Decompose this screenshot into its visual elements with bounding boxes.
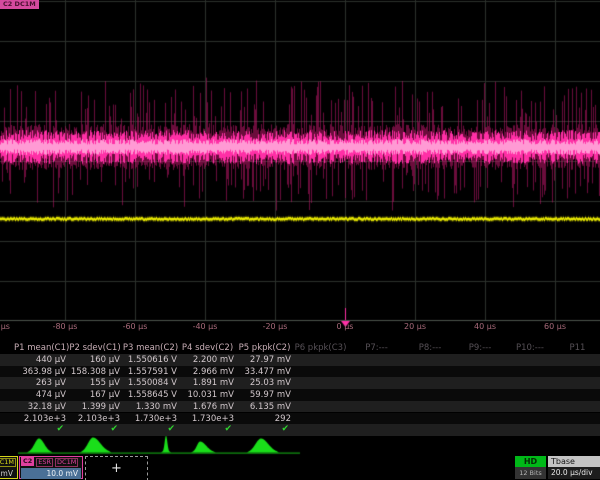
parameter-sdev: 1.676 mV <box>179 401 236 413</box>
timebase-label: Tbase <box>548 456 600 467</box>
status-check-icon: ✔ <box>179 424 236 435</box>
axis-tick-label: -60 µs <box>123 322 148 331</box>
measurement-table: P1 mean(C1)440 µV363.98 µV263 µV474 µV32… <box>0 343 600 437</box>
parameter-header: P10:--- <box>505 343 555 354</box>
parameter-sdev: 1.330 mV <box>122 401 179 413</box>
parameter-max: 59.97 mV <box>236 389 293 401</box>
parameter-max: 167 µV <box>68 389 122 401</box>
parameter-min: 263 µV <box>14 377 68 389</box>
parameter-min: 155 µV <box>68 377 122 389</box>
c2-name-badge: C2 <box>21 457 34 466</box>
parameter-column[interactable]: P3 mean(C2)1.550616 V1.557591 V1.550084 … <box>122 343 179 437</box>
status-check-icon: ✔ <box>68 424 122 435</box>
parameter-column[interactable]: P9:--- <box>455 343 505 437</box>
parameter-header: P6 pkpk(C3) <box>293 343 348 354</box>
add-trace-button[interactable]: + <box>85 456 148 480</box>
channel-descriptor-c2[interactable]: C2ESRDC1M 10.0 mV <box>19 456 83 479</box>
parameter-header: P11 <box>555 343 600 354</box>
parameter-value: 2.200 mV <box>179 354 236 366</box>
parameter-column[interactable]: P4 sdev(C2)2.200 mV2.966 mV1.891 mV10.03… <box>179 343 236 437</box>
parameter-max: 474 µV <box>14 389 68 401</box>
parameter-min: 25.03 mV <box>236 377 293 389</box>
trace-annotation-badge: C2 DC1M <box>0 0 39 9</box>
axis-tick-label: 40 µs <box>474 322 496 331</box>
parameter-value: 160 µV <box>68 354 122 366</box>
c2-scale: 10.0 mV <box>21 468 81 479</box>
parameter-column[interactable]: P2 sdev(C1)160 µV158.308 µV155 µV167 µV1… <box>68 343 122 437</box>
status-check-icon: ✔ <box>14 424 68 435</box>
axis-tick-label: 20 µs <box>404 322 426 331</box>
oscilloscope-screen: C2 DC1M -100 µs -80 µs -60 µs -40 µs -20 µs 0… <box>0 0 600 480</box>
timebase-value: 20.0 µs/div <box>548 467 600 479</box>
hd-mode-box[interactable]: HD 12 Bits <box>515 456 546 479</box>
c1-scale: 10.0 mV <box>0 468 16 479</box>
parameter-num: 292 <box>236 413 293 425</box>
plus-icon: + <box>111 461 122 476</box>
parameter-header: P5 pkpk(C2) <box>236 343 293 354</box>
c1-coupling-tag: DC1M <box>0 458 16 467</box>
parameter-min: 1.550084 V <box>122 377 179 389</box>
axis-tick-label: -80 µs <box>53 322 78 331</box>
parameter-column[interactable]: P7:--- <box>348 343 405 437</box>
axis-tick-label: 60 µs <box>544 322 566 331</box>
parameter-num: 1.730e+3 <box>179 413 236 425</box>
parameter-mean: 1.557591 V <box>122 366 179 378</box>
c2-coupling-tag: DC1M <box>55 458 78 467</box>
parameter-column[interactable]: P8:--- <box>405 343 455 437</box>
parameter-column[interactable]: P10:--- <box>505 343 555 437</box>
parameter-min: 1.891 mV <box>179 377 236 389</box>
parameter-max: 1.558645 V <box>122 389 179 401</box>
parameter-header: P2 sdev(C1) <box>68 343 122 354</box>
parameter-mean: 158.308 µV <box>68 366 122 378</box>
axis-tick-label: -40 µs <box>193 322 218 331</box>
parameter-column[interactable]: P5 pkpk(C2)27.97 mV33.477 mV25.03 mV59.9… <box>236 343 293 437</box>
hd-bits-label: 12 Bits <box>515 467 546 479</box>
parameter-column[interactable]: P1 mean(C1)440 µV363.98 µV263 µV474 µV32… <box>14 343 68 437</box>
parameter-num: 1.730e+3 <box>122 413 179 425</box>
parameter-mean: 2.966 mV <box>179 366 236 378</box>
parameter-mean: 363.98 µV <box>14 366 68 378</box>
hd-badge: HD <box>515 456 546 467</box>
status-check-icon: ✔ <box>122 424 179 435</box>
parameter-num: 2.103e+3 <box>68 413 122 425</box>
axis-tick-label: 0 µs <box>337 322 354 331</box>
parameter-value: 1.550616 V <box>122 354 179 366</box>
parameter-header: P3 mean(C2) <box>122 343 179 354</box>
timebase-box[interactable]: Tbase 20.0 µs/div <box>548 456 600 479</box>
parameter-header: P8:--- <box>405 343 455 354</box>
parameter-value: 440 µV <box>14 354 68 366</box>
status-check-icon: ✔ <box>236 424 293 435</box>
parameter-sdev: 6.135 mV <box>236 401 293 413</box>
c2-esr-tag: ESR <box>36 458 53 467</box>
parameter-max: 10.031 mV <box>179 389 236 401</box>
parameter-header: P4 sdev(C2) <box>179 343 236 354</box>
axis-tick-label: -100 µs <box>0 322 10 331</box>
parameter-header: P9:--- <box>455 343 505 354</box>
parameter-column[interactable]: P6 pkpk(C3) <box>293 343 348 437</box>
parameter-sdev: 32.18 µV <box>14 401 68 413</box>
parameter-header: P7:--- <box>348 343 405 354</box>
parameter-value: 27.97 mV <box>236 354 293 366</box>
parameter-column[interactable]: P11 <box>555 343 600 437</box>
parameter-header: P1 mean(C1) <box>14 343 68 354</box>
parameter-num: 2.103e+3 <box>14 413 68 425</box>
parameter-mean: 33.477 mV <box>236 366 293 378</box>
channel-descriptor-c1[interactable]: DC1M 10.0 mV <box>0 456 18 479</box>
axis-tick-label: -20 µs <box>263 322 288 331</box>
parameter-sdev: 1.399 µV <box>68 401 122 413</box>
